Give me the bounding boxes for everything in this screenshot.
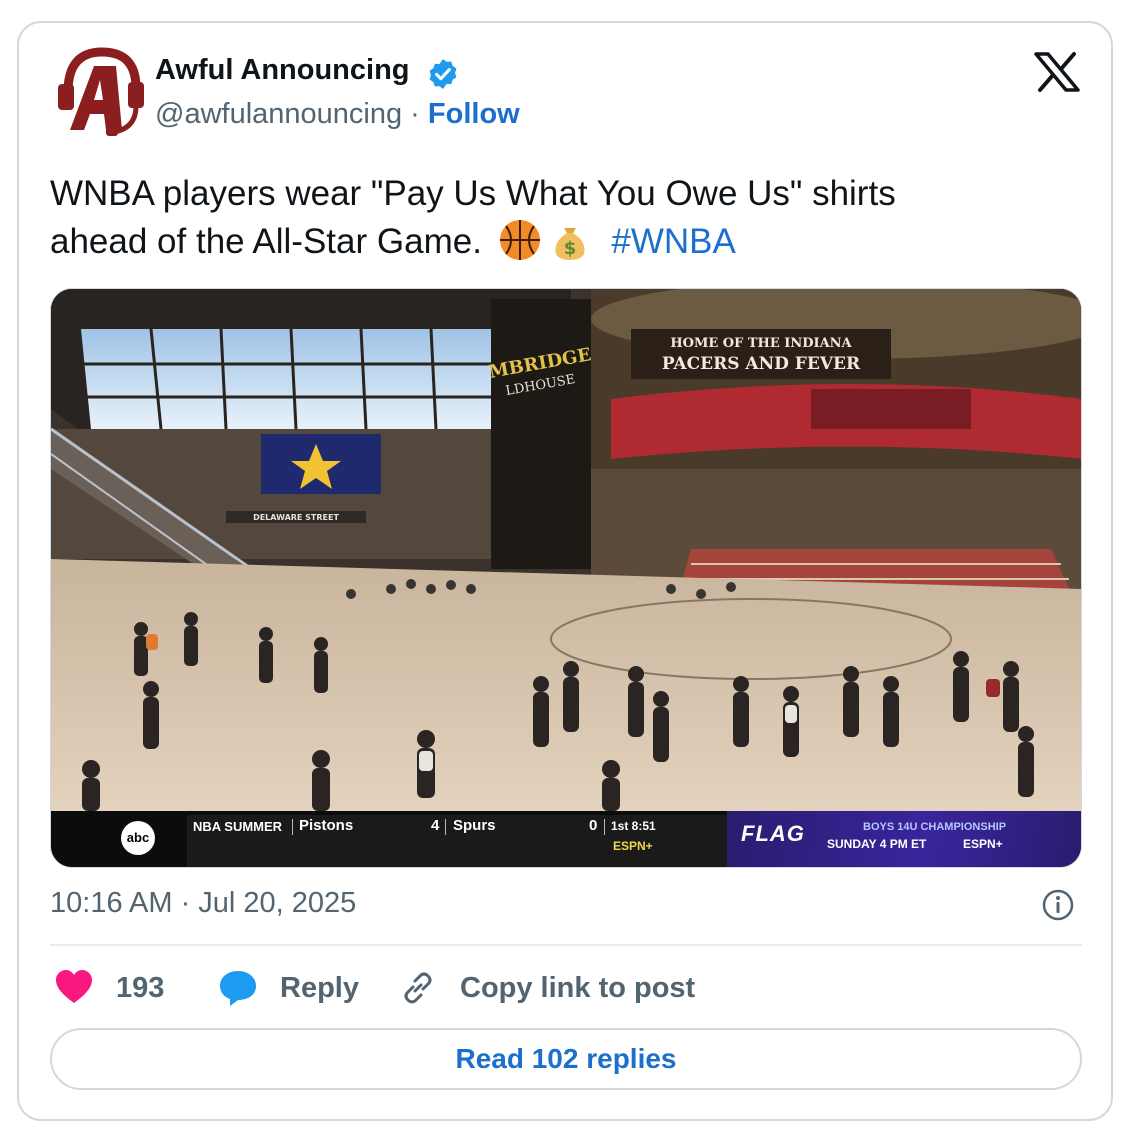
score-ticker: abc NBA SUMMER Pistons 4 Spurs 0 1st 8:5…: [51, 811, 1081, 867]
abc-logo: abc: [121, 821, 155, 855]
team1-name: Pistons: [299, 817, 354, 834]
author-name[interactable]: Awful Announcing: [155, 54, 410, 87]
team1-score: 4: [431, 817, 440, 834]
game-clock: 1st 8:51: [611, 819, 656, 833]
ticker-divider: [604, 819, 605, 835]
speech-bubble-icon: [220, 971, 256, 1006]
promo-networks: ESPN+: [963, 837, 1003, 851]
copy-link-button[interactable]: Copy link to post: [398, 966, 695, 1010]
read-replies-button[interactable]: Read 102 replies: [50, 1028, 1082, 1090]
promo-line2: SUNDAY 4 PM ET: [827, 837, 927, 851]
flag-brand: FLAG: [741, 821, 805, 846]
team2-name: Spurs: [453, 817, 496, 834]
money-bag-emoji-icon: $: [555, 228, 585, 260]
basketball-emoji-icon: [499, 220, 540, 260]
like-count: 193: [116, 971, 165, 1004]
tweet-text-line1: WNBA players wear "Pay Us What You Owe U…: [50, 174, 896, 213]
x-logo-icon[interactable]: [1034, 52, 1080, 92]
arena-sign-line2: PACERS AND FEVER: [662, 354, 861, 374]
awful-announcing-logo-icon: [58, 47, 144, 136]
info-icon[interactable]: [1041, 888, 1075, 922]
ticker-divider: [445, 819, 446, 835]
reply-button[interactable]: Reply: [218, 966, 359, 1010]
post-timestamp[interactable]: 10:16 AM · Jul 20, 2025: [50, 887, 356, 920]
copy-link-label: Copy link to post: [460, 971, 696, 1004]
like-button[interactable]: 193: [54, 966, 164, 1010]
svg-text:$: $: [563, 238, 576, 259]
street-sign: DELAWARE STREET: [253, 513, 339, 522]
arena-sign-line1: HOME OF THE INDIANA: [670, 336, 852, 351]
heart-icon: [56, 970, 92, 1003]
author-handle-row: @awfulannouncing · Follow: [155, 98, 520, 131]
promo-line1: BOYS 14U CHAMPIONSHIP: [863, 821, 1007, 833]
reply-label: Reply: [280, 971, 359, 1004]
channel-label: ESPN+: [613, 839, 653, 853]
follow-button[interactable]: Follow: [428, 98, 520, 130]
league-label: NBA SUMMER: [193, 819, 283, 834]
team2-score: 0: [589, 817, 598, 834]
hashtag-link[interactable]: #WNBA: [611, 222, 735, 261]
author-handle[interactable]: @awfulannouncing: [155, 98, 402, 130]
tweet-video[interactable]: DELAWARE STREET MBRIDGE LDHOUSE HOME OF …: [50, 288, 1082, 868]
actions-divider: [50, 944, 1082, 946]
tweet-text: WNBA players wear "Pay Us What You Owe U…: [50, 170, 1080, 266]
tweet-text-line2: ahead of the All-Star Game.: [50, 222, 482, 261]
link-icon: [404, 972, 432, 1004]
arena-concourse-image: DELAWARE STREET MBRIDGE LDHOUSE HOME OF …: [51, 289, 1081, 811]
verified-badge-icon: [429, 59, 457, 89]
handle-separator: ·: [410, 98, 420, 130]
ticker-divider: [292, 819, 293, 835]
author-avatar[interactable]: [50, 44, 146, 140]
